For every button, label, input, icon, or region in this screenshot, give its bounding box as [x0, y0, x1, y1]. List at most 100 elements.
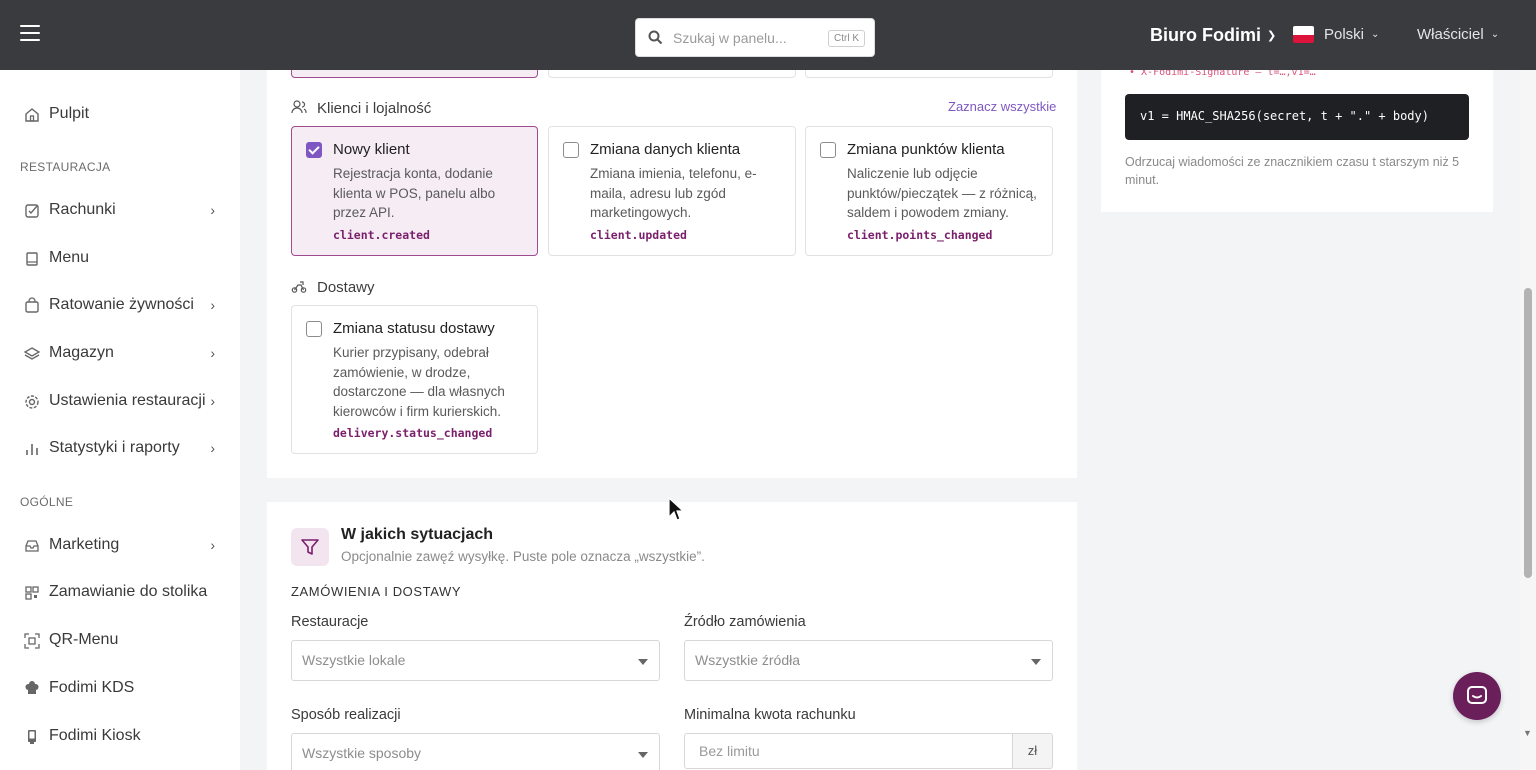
event-title: Nowy klient	[333, 141, 410, 158]
sidebar-item-menu[interactable]: Menu	[0, 238, 240, 278]
book-icon	[26, 252, 38, 266]
restaurants-select[interactable]: Wszystkie lokale	[291, 640, 660, 681]
flag-pl-icon[interactable]	[1293, 26, 1314, 43]
checklist-icon	[25, 204, 39, 218]
event-code: client.created	[333, 228, 430, 242]
sidebar-item-statystyki[interactable]: Statystyki i raporty ›	[0, 428, 240, 468]
bar-chart-icon	[26, 444, 38, 455]
chevron-right-icon: ›	[210, 393, 215, 409]
sidebar-item-label: Rachunki	[49, 201, 116, 218]
signature-panel: • X-Fodimi-Signature — t=…,v1=… v1 = HMA…	[1101, 60, 1493, 212]
event-code: client.points_changed	[847, 228, 993, 242]
select-all-link[interactable]: Zaznacz wszystkie	[948, 99, 1056, 114]
event-checkbox[interactable]	[306, 321, 322, 337]
search-icon	[648, 30, 663, 45]
layers-icon	[23, 347, 41, 360]
min-amount-input[interactable]: Bez limitu	[684, 733, 1013, 769]
home-icon	[25, 108, 39, 122]
sidebar-item-ustawienia[interactable]: Ustawienia restauracji ›	[0, 381, 240, 421]
search-placeholder: Szukaj w panelu...	[673, 30, 787, 46]
org-name: Biuro Fodimi	[1150, 25, 1261, 45]
event-card-client-created[interactable]: Nowy klient Rejestracja konta, dodanie k…	[291, 126, 538, 256]
event-title: Zmiana statusu dostawy	[333, 320, 495, 337]
sidebar-item-label: Statystyki i raporty	[49, 439, 180, 456]
caret-down-icon	[638, 659, 648, 665]
sidebar-section-label: OGÓLNE	[20, 495, 74, 509]
sidebar: Pulpit RESTAURACJA Rachunki › Menu Ratow…	[0, 70, 240, 770]
chat-button[interactable]	[1453, 672, 1501, 720]
event-card-client-points[interactable]: Zmiana punktów klienta Naliczenie lub od…	[805, 126, 1053, 256]
signature-note: Odrzucaj wiadomości ze znacznikiem czasu…	[1125, 155, 1460, 187]
sidebar-item-zamawianie[interactable]: Zamawianie do stolika	[0, 572, 240, 612]
sidebar-item-label: Marketing	[49, 536, 120, 553]
users-icon	[291, 100, 307, 114]
restaurants-label: Restauracje	[291, 614, 369, 630]
event-card-delivery-status[interactable]: Zmiana statusu dostawy Kurier przypisany…	[291, 305, 538, 454]
event-card-client-updated[interactable]: Zmiana danych klienta Zmiana imienia, te…	[548, 126, 796, 256]
user-menu[interactable]: Właściciel ⌄	[1417, 26, 1499, 43]
mouse-cursor-icon	[668, 497, 684, 521]
sidebar-item-pulpit[interactable]: Pulpit	[0, 94, 240, 134]
filters-subtitle: Opcjonalnie zawęź wysyłkę. Puste pole oz…	[341, 549, 705, 564]
sidebar-item-label: Ustawienia restauracji	[49, 392, 206, 409]
event-checkbox[interactable]	[820, 142, 836, 158]
input-placeholder: Bez limitu	[699, 743, 760, 759]
search-input[interactable]: Szukaj w panelu... Ctrl K	[635, 18, 875, 57]
event-description: Naliczenie lub odjęcie punktów/pieczątek…	[847, 166, 1037, 220]
sidebar-item-label: QR-Menu	[49, 631, 119, 648]
filter-icon	[301, 539, 319, 555]
caret-down-icon	[638, 752, 648, 758]
event-description: Rejestracja konta, dodanie klienta w POS…	[333, 166, 496, 220]
filters-section-label: ZAMÓWIENIA I DOSTAWY	[291, 584, 462, 599]
filter-icon-tile	[291, 528, 329, 566]
sidebar-item-qr-menu[interactable]: QR-Menu	[0, 620, 240, 660]
qr-scan-icon	[24, 633, 40, 649]
chevron-right-icon: ›	[210, 345, 215, 361]
category-label: Klienci i lojalność	[317, 100, 432, 117]
kiosk-icon	[28, 730, 36, 744]
user-role: Właściciel	[1417, 26, 1484, 43]
caret-down-icon	[1031, 659, 1041, 665]
sidebar-item-magazyn[interactable]: Magazyn ›	[0, 333, 240, 373]
language-label: Polski	[1324, 26, 1365, 43]
sidebar-item-label: Ratowanie żywności	[49, 296, 194, 313]
source-select[interactable]: Wszystkie źródła	[684, 640, 1053, 681]
sidebar-item-ratowanie[interactable]: Ratowanie żywności ›	[0, 285, 240, 325]
method-select[interactable]: Wszystkie sposoby	[291, 733, 660, 770]
filters-title: W jakich sytuacjach	[341, 526, 494, 543]
event-code: client.updated	[590, 228, 687, 242]
signature-code: v1 = HMAC_SHA256(secret, t + "." + body)	[1140, 109, 1429, 123]
sidebar-item-kds[interactable]: Fodimi KDS	[0, 668, 240, 708]
language-switcher[interactable]: Polski ⌄	[1324, 26, 1379, 43]
search-shortcut: Ctrl K	[828, 30, 865, 47]
topbar: Szukaj w panelu... Ctrl K Biuro Fodimi ❯ …	[0, 0, 1536, 70]
chef-hat-icon	[25, 681, 39, 694]
event-checkbox[interactable]	[563, 142, 579, 158]
chevron-down-icon: ❯	[1267, 30, 1277, 42]
menu-toggle-icon[interactable]	[20, 25, 40, 43]
select-value: Wszystkie sposoby	[302, 745, 422, 761]
event-checkbox[interactable]	[306, 142, 322, 158]
event-code: delivery.status_changed	[333, 426, 493, 440]
sidebar-item-label: Zamawianie do stolika	[49, 583, 208, 600]
sidebar-item-rachunki[interactable]: Rachunki ›	[0, 190, 240, 230]
scroll-down-icon[interactable]: ▼	[1523, 728, 1532, 738]
qr-icon	[25, 586, 39, 600]
bag-icon	[25, 297, 39, 313]
sidebar-item-marketing[interactable]: Marketing ›	[0, 525, 240, 565]
sidebar-item-label: Magazyn	[49, 344, 114, 361]
sidebar-item-label: Menu	[49, 249, 90, 266]
sidebar-item-label: Fodimi KDS	[49, 679, 135, 696]
sidebar-item-label: Fodimi Kiosk	[49, 727, 141, 744]
min-amount-label: Minimalna kwota rachunku	[684, 707, 856, 723]
sidebar-item-kiosk[interactable]: Fodimi Kiosk	[0, 716, 240, 756]
select-value: Wszystkie lokale	[302, 652, 406, 668]
event-description: Kurier przypisany, odebrał zamówienie, w…	[333, 345, 505, 419]
org-switcher[interactable]: Biuro Fodimi ❯	[1150, 25, 1276, 46]
event-title: Zmiana danych klienta	[590, 141, 741, 158]
sidebar-section-label: RESTAURACJA	[20, 160, 111, 174]
sidebar-item-label: Pulpit	[49, 105, 90, 122]
scrollbar-thumb[interactable]	[1524, 288, 1532, 578]
page-scrollbar[interactable]: ▼	[1520, 70, 1536, 770]
signature-code-block: v1 = HMAC_SHA256(secret, t + "." + body)	[1125, 94, 1469, 140]
